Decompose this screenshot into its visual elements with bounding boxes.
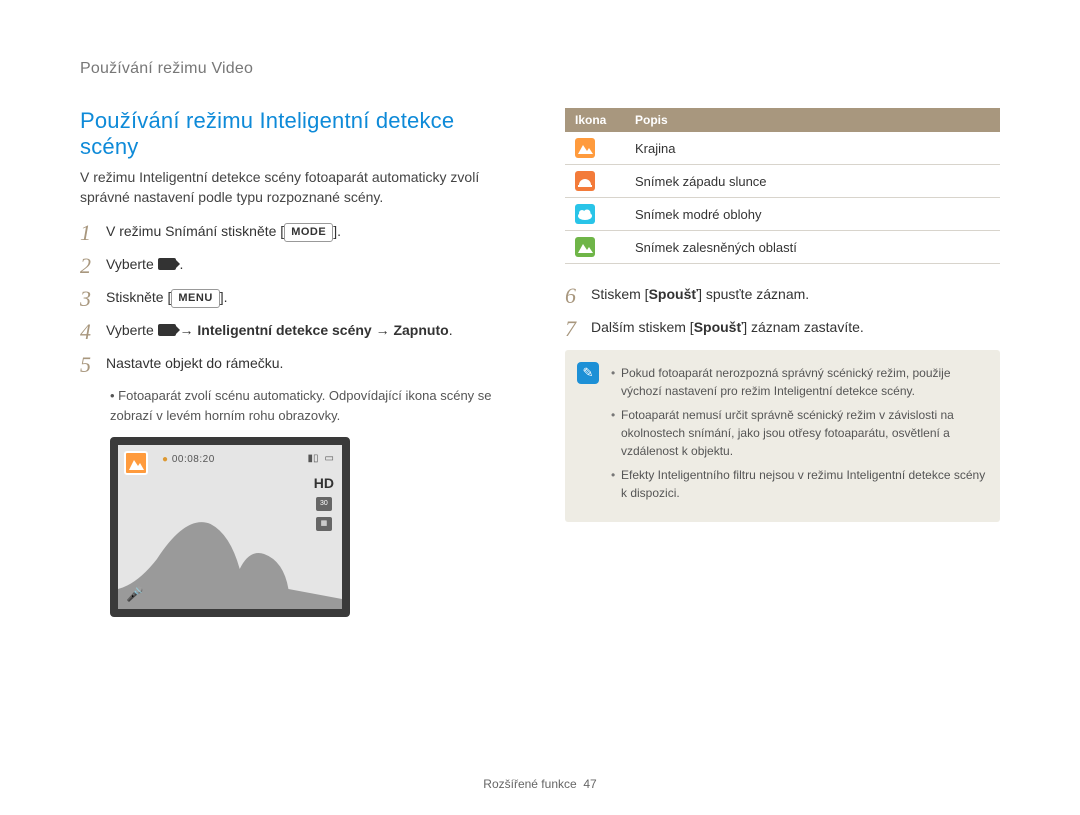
- step-number: 4: [80, 320, 106, 343]
- table-row: Snímek západu slunce: [565, 165, 1000, 198]
- text: ] záznam zastavíte.: [743, 319, 864, 335]
- bold-text: → Inteligentní detekce scény → Zapnuto: [176, 322, 449, 338]
- step-7: 7 Dalším stiskem [Spoušť] záznam zastaví…: [565, 317, 1000, 340]
- step-text: Nastavte objekt do rámečku.: [106, 353, 283, 374]
- text: Dalším stiskem [: [591, 319, 694, 335]
- left-column: Používání režimu Inteligentní detekce sc…: [80, 108, 515, 617]
- table-cell-desc: Krajina: [625, 132, 1000, 165]
- top-right-status: ▮▯ ▭: [308, 453, 334, 464]
- note-item: Fotoaparát nemusí určit správně scénický…: [611, 406, 986, 460]
- step-text: Vyberte → Inteligentní detekce scény → Z…: [106, 320, 453, 341]
- step-number: 5: [80, 353, 106, 376]
- text: ].: [220, 289, 228, 305]
- table-cell-desc: Snímek západu slunce: [625, 165, 1000, 198]
- step-number: 1: [80, 221, 106, 244]
- step-4: 4 Vyberte → Inteligentní detekce scény →…: [80, 320, 515, 343]
- landscape-icon: [575, 138, 595, 158]
- step-3: 3 Stiskněte [MENU].: [80, 287, 515, 310]
- content-columns: Používání režimu Inteligentní detekce sc…: [80, 108, 1000, 617]
- mode-button-label: MODE: [284, 223, 333, 242]
- table-cell-desc: Snímek modré oblohy: [625, 198, 1000, 231]
- page-footer: Rozšířené funkce 47: [0, 777, 1080, 791]
- steps-list-right: 6 Stiskem [Spoušť] spusťte záznam. 7 Dal…: [565, 284, 1000, 340]
- text: ].: [333, 223, 341, 239]
- step-2: 2 Vyberte .: [80, 254, 515, 277]
- step-number: 2: [80, 254, 106, 277]
- bold-text: Spoušť: [649, 286, 699, 302]
- battery-icon: ▮▯: [308, 453, 319, 464]
- sunset-icon: [575, 171, 595, 191]
- video-mode-icon: [158, 324, 176, 336]
- step-text: Dalším stiskem [Spoušť] záznam zastavíte…: [591, 317, 864, 338]
- step-number: 7: [565, 317, 591, 340]
- text: Vyberte: [106, 256, 158, 272]
- microphone-icon: 🎤: [126, 586, 143, 603]
- text: Stiskem [: [591, 286, 649, 302]
- step-number: 6: [565, 284, 591, 307]
- icon-description-table: Ikona Popis Krajina Snímek západu slunce…: [565, 108, 1000, 264]
- steps-list-left: 1 V režimu Snímání stiskněte [MODE]. 2 V…: [80, 221, 515, 376]
- bluesky-icon: [575, 204, 595, 224]
- step-5: 5 Nastavte objekt do rámečku.: [80, 353, 515, 376]
- preview-mountains: [118, 499, 342, 609]
- note-box: ✎ Pokud fotoaparát nerozpozná správný sc…: [565, 350, 1000, 522]
- table-row: Snímek zalesněných oblastí: [565, 231, 1000, 264]
- timer-value: 00:08:20: [172, 454, 215, 465]
- text: Stiskněte [: [106, 289, 171, 305]
- text: .: [449, 322, 453, 338]
- scene-detection-icon: [124, 451, 148, 475]
- step-text: Vyberte .: [106, 254, 183, 275]
- menu-button-label: MENU: [171, 289, 219, 308]
- step-5-sub: Fotoaparát zvolí scénu automaticky. Odpo…: [110, 386, 515, 425]
- bold-text: Spoušť: [694, 319, 744, 335]
- page-header: Používání režimu Video: [80, 60, 1000, 78]
- hd-label: HD: [314, 475, 334, 491]
- table-row: Krajina: [565, 132, 1000, 165]
- sub-bullet: Fotoaparát zvolí scénu automaticky. Odpo…: [110, 386, 515, 425]
- recording-timer: ● 00:08:20: [162, 454, 215, 465]
- info-icon: ✎: [577, 362, 599, 384]
- intro-text: V režimu Inteligentní detekce scény foto…: [80, 168, 515, 207]
- right-column: Ikona Popis Krajina Snímek západu slunce…: [565, 108, 1000, 617]
- text: Vyberte: [106, 322, 158, 338]
- footer-page: 47: [583, 777, 596, 791]
- step-1: 1 V režimu Snímání stiskněte [MODE].: [80, 221, 515, 244]
- note-list: Pokud fotoaparát nerozpozná správný scén…: [611, 364, 986, 502]
- note-item: Efekty Inteligentního filtru nejsou v re…: [611, 466, 986, 502]
- rec-dot-icon: ●: [162, 454, 169, 465]
- table-header-desc: Popis: [625, 108, 1000, 132]
- footer-section: Rozšířené funkce: [483, 777, 576, 791]
- text: ] spusťte záznam.: [698, 286, 809, 302]
- text: V režimu Snímání stiskněte [: [106, 223, 284, 239]
- step-text: Stiskem [Spoušť] spusťte záznam.: [591, 284, 809, 305]
- step-text: Stiskněte [MENU].: [106, 287, 228, 308]
- table-cell-desc: Snímek zalesněných oblastí: [625, 231, 1000, 264]
- step-number: 3: [80, 287, 106, 310]
- camera-screen-preview: ● 00:08:20 ▮▯ ▭ HD 30 ▦ 🎤: [110, 437, 350, 617]
- step-6: 6 Stiskem [Spoušť] spusťte záznam.: [565, 284, 1000, 307]
- video-mode-icon: [158, 258, 176, 270]
- step-text: V režimu Snímání stiskněte [MODE].: [106, 221, 341, 242]
- note-item: Pokud fotoaparát nerozpozná správný scén…: [611, 364, 986, 400]
- table-header-icon: Ikona: [565, 108, 625, 132]
- section-title: Používání režimu Inteligentní detekce sc…: [80, 108, 515, 160]
- forest-icon: [575, 237, 595, 257]
- storage-icon: ▭: [325, 453, 334, 464]
- table-row: Snímek modré oblohy: [565, 198, 1000, 231]
